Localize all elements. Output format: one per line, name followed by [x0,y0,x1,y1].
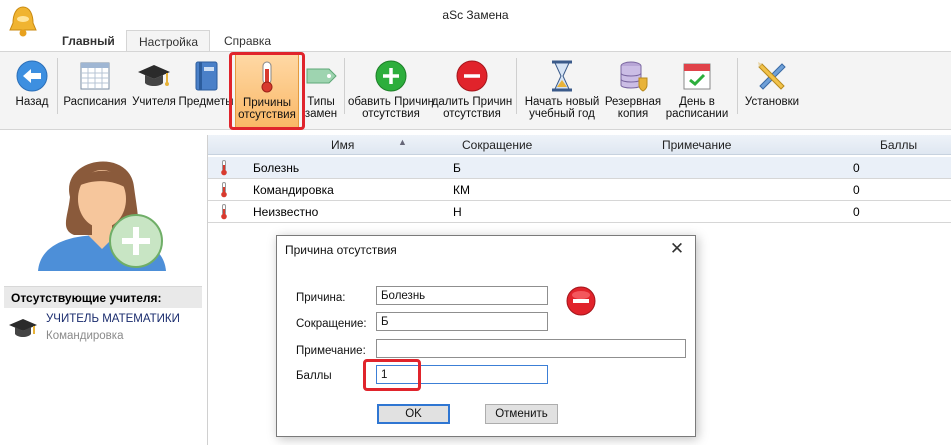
reason-input[interactable] [376,286,548,305]
highlight-box-points [363,359,421,391]
back-label: Назад [15,96,49,108]
table-header: Имя ▲ Сокращение Примечание Баллы [208,135,951,155]
add-reason-button[interactable]: обавить Причин отсутствия [348,52,434,130]
ok-button[interactable]: OK [377,404,450,424]
table-row[interactable]: Неизвестно Н 0 [208,201,951,223]
back-arrow-icon [16,60,48,92]
absent-teacher-name[interactable]: УЧИТЕЛЬ МАТЕМАТИКИ [46,313,180,325]
delete-reason-button[interactable]: далить Причин отсутствия [432,52,512,130]
settings-button[interactable]: Установки [743,52,801,130]
note-label: Примечание: [296,345,366,357]
absent-teacher-reason: Командировка [46,330,124,342]
title-bar: aSc Замена [0,0,951,37]
reason-label: Причина: [296,292,346,304]
teachers-label: Учителя [132,96,176,108]
ribbon-separator [344,58,345,114]
subjects-button[interactable]: Предметы [179,52,233,130]
subjects-label: Предметы [178,96,234,108]
absence-reason-dialog: Причина отсутствия ✕ Причина: Сокращение… [276,235,696,437]
remove-minus-icon [456,60,488,92]
cell-points: 0 [853,183,860,197]
cell-short: Б [453,161,461,175]
cell-name: Неизвестно [253,205,319,219]
ribbon-separator [57,58,58,114]
add-reason-label: обавить Причин отсутствия [348,96,434,120]
column-header-note[interactable]: Примечание [662,138,731,152]
new-school-year-button[interactable]: Начать новый учебный год [522,52,602,130]
points-label: Баллы [296,370,332,382]
graduation-cap-icon [9,319,37,337]
day-in-timetable-button[interactable]: День в расписании [666,52,728,130]
remove-minus-icon[interactable] [565,285,597,317]
tab-settings[interactable]: Настройка [126,30,210,52]
note-input[interactable] [376,339,686,358]
add-plus-icon [375,60,407,92]
day-in-timetable-label: День в расписании [665,96,729,120]
book-icon [195,61,218,91]
teachers-button[interactable]: Учителя [130,52,178,130]
backup-label: Резервная копия [604,96,662,120]
thermometer-icon [221,204,227,220]
timetables-button[interactable]: Расписания [63,52,127,130]
cell-name: Болезнь [253,161,300,175]
database-icon [620,61,648,92]
back-button[interactable]: Назад [8,52,56,130]
table-row[interactable]: Болезнь Б 0 [208,157,951,179]
graduation-cap-icon [138,65,170,86]
column-header-name[interactable]: Имя [331,138,354,152]
left-panel: Отсутствующие учителя: УЧИТЕЛЬ МАТЕМАТИК… [0,131,206,445]
column-header-points[interactable]: Баллы [880,138,917,152]
cell-short: КМ [453,183,470,197]
cell-name: Командировка [253,183,334,197]
timetables-label: Расписания [63,96,127,108]
new-school-year-label: Начать новый учебный год [524,96,600,120]
thermometer-icon [221,182,227,198]
cell-short: Н [453,205,462,219]
person-add-avatar-icon [38,161,166,271]
backup-button[interactable]: Резервная копия [604,52,662,130]
absent-teachers-header: Отсутствующие учителя: [4,286,202,308]
cancel-button[interactable]: Отменить [485,404,558,424]
ribbon-toolbar: Назад Расписания Учителя Предметы Причин… [0,51,951,130]
settings-label: Установки [744,96,800,108]
calendar-check-icon [683,63,711,90]
cell-points: 0 [853,205,860,219]
table-row[interactable]: Командировка КМ 0 [208,179,951,201]
delete-reason-label: далить Причин отсутствия [431,96,513,120]
window-title: aSc Замена [442,8,509,22]
tab-help[interactable]: Справка [212,30,283,52]
column-header-short[interactable]: Сокращение [462,138,532,152]
short-input[interactable] [376,312,548,331]
dialog-title: Причина отсутствия [285,243,397,257]
close-icon[interactable]: ✕ [667,239,687,259]
cell-points: 0 [853,161,860,175]
highlight-box-absence-reasons [229,52,305,130]
timetable-grid-icon [80,62,110,90]
tab-main[interactable]: Главный [50,30,127,52]
pencil-ruler-icon [758,62,786,90]
thermometer-icon [221,160,227,176]
sort-ascending-icon: ▲ [398,137,407,147]
tag-icon [306,68,337,84]
short-label: Сокращение: [296,318,367,330]
hourglass-icon [552,60,572,92]
substitution-types-button[interactable]: Типы замен [301,52,341,130]
